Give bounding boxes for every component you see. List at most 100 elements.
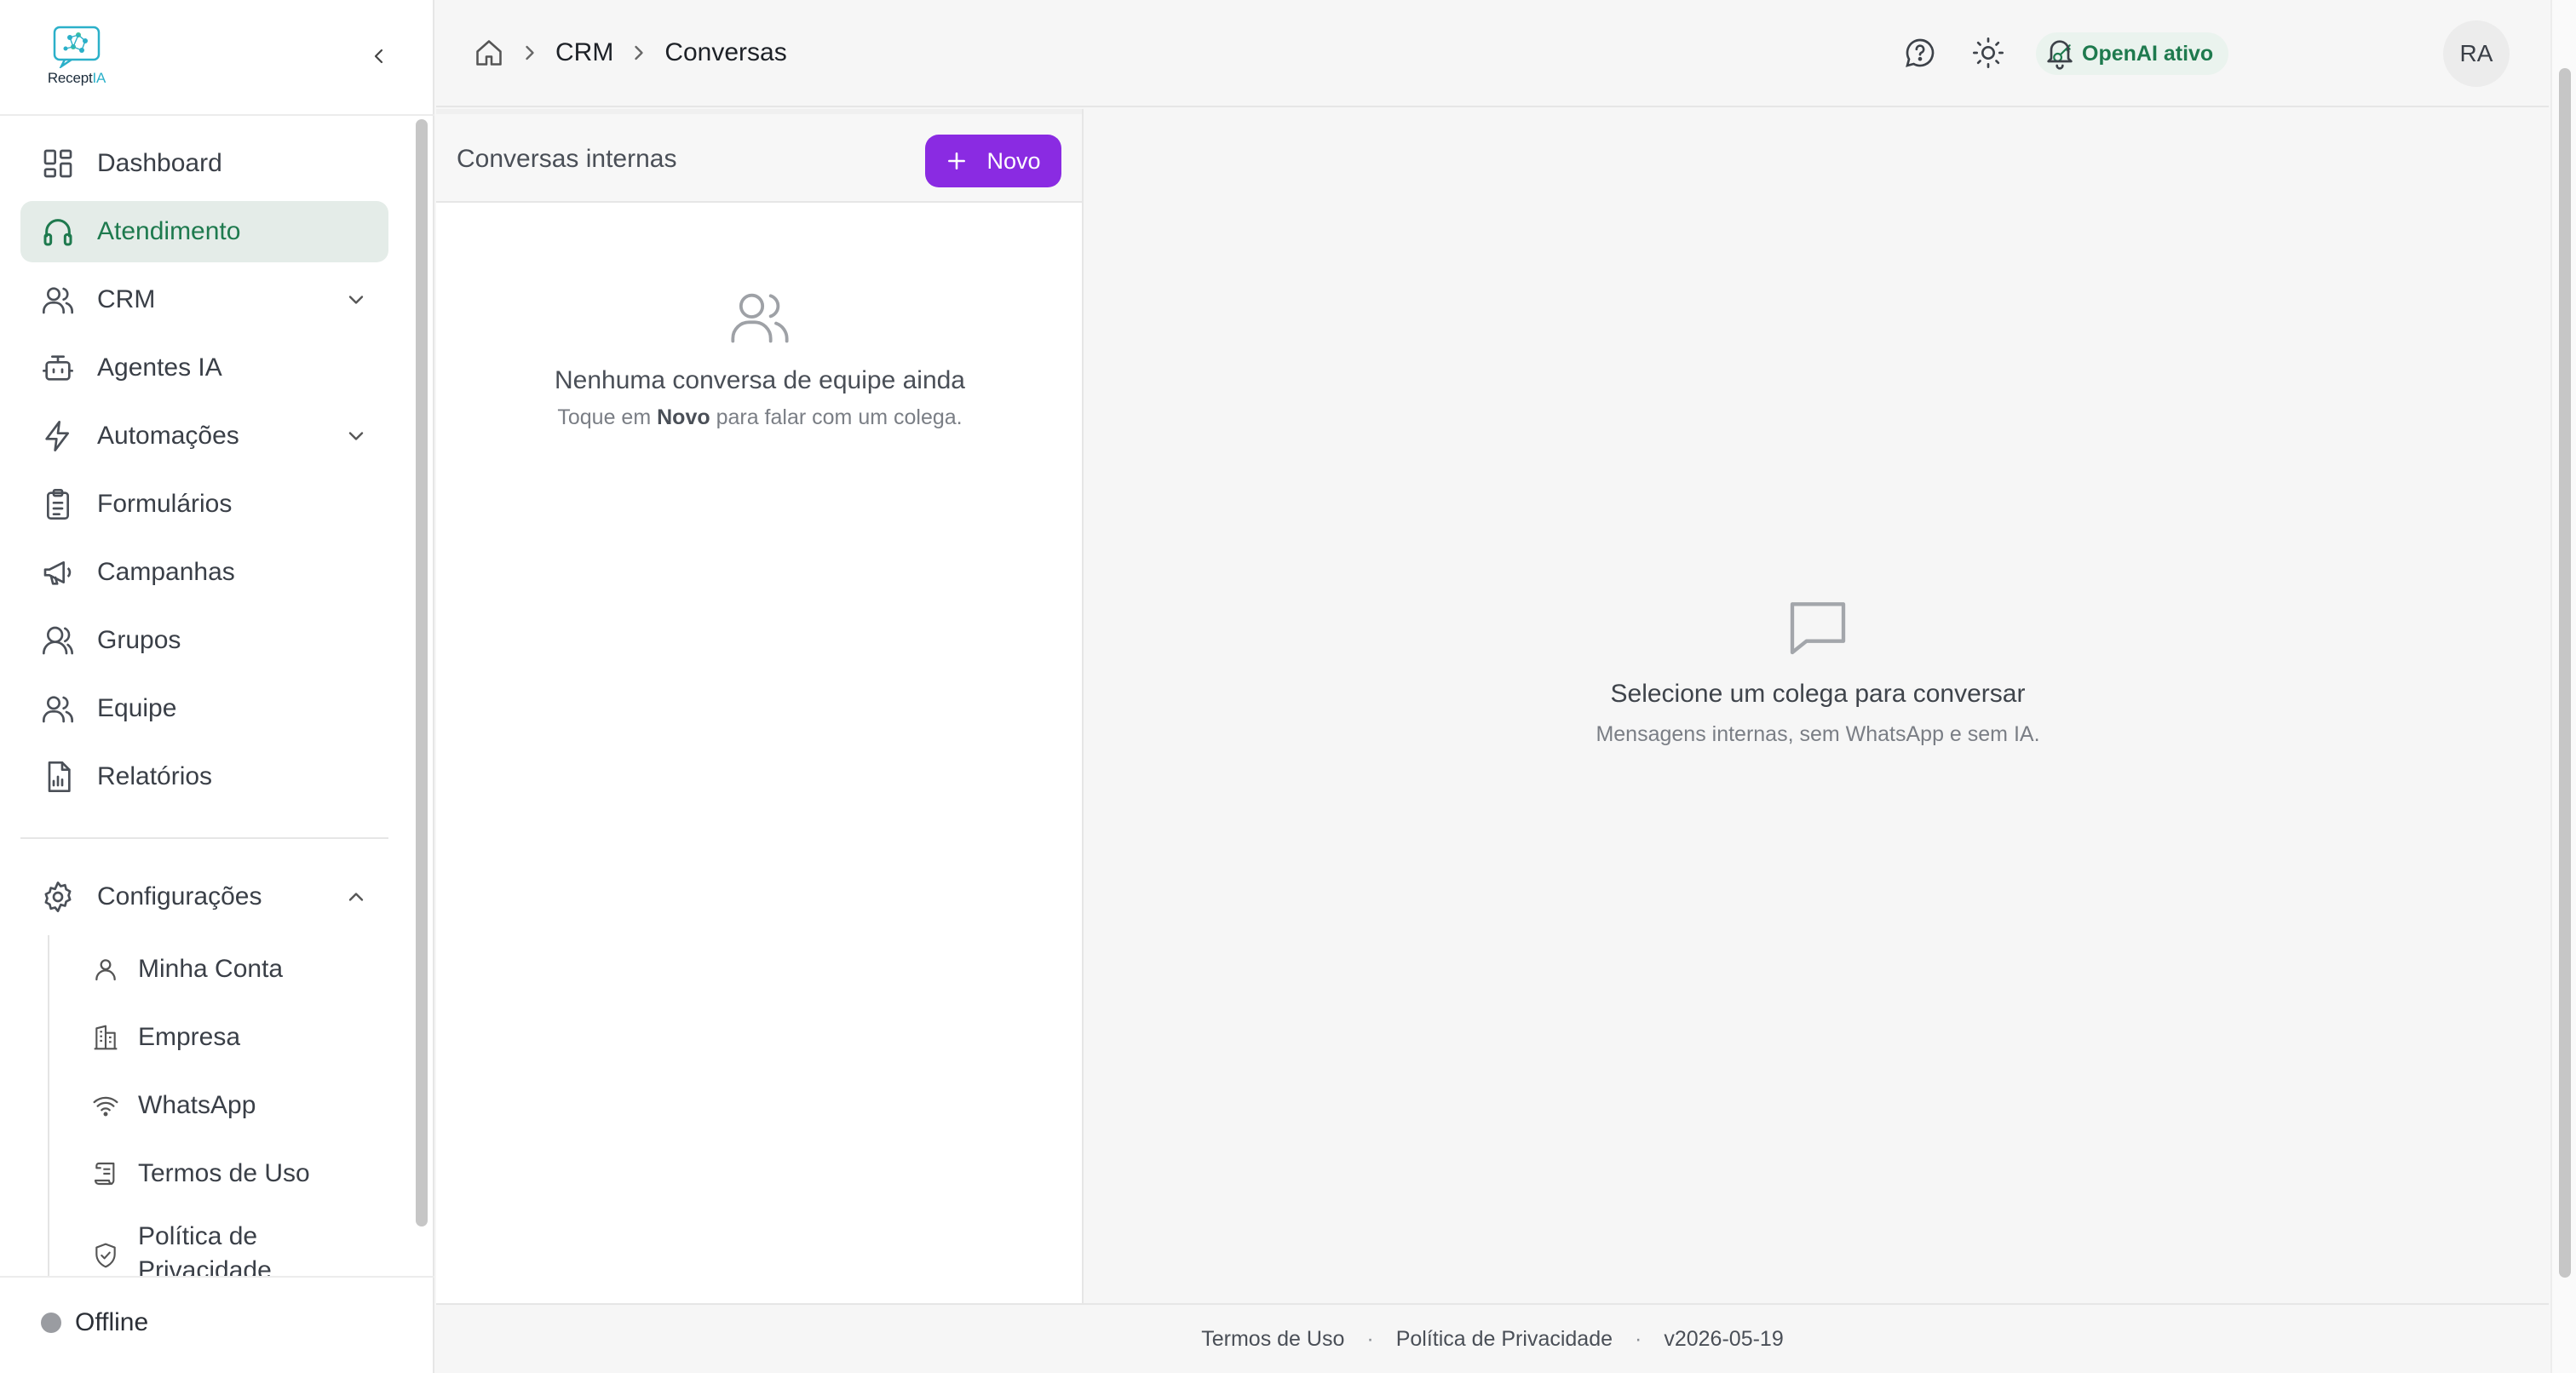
message-square-icon — [1790, 602, 1846, 655]
empty-list-state: Nenhuma conversa de equipe ainda Toque e… — [436, 284, 1084, 430]
footer-separator: · — [1635, 1326, 1642, 1351]
report-icon — [48, 761, 71, 792]
sidebar-subitem-label: Política de Privacidade — [138, 1222, 272, 1278]
top-header: CRM Conversas OpenAI ativo RA — [436, 0, 2549, 107]
shield-check-icon — [95, 1243, 116, 1268]
building-icon — [94, 1025, 118, 1050]
list-title: Conversas internas — [457, 145, 677, 173]
sidebar-item-automacoes[interactable]: Automações — [20, 405, 388, 467]
sidebar-item-label: Grupos — [97, 626, 181, 654]
sidebar-subitem-whatsapp[interactable]: WhatsApp — [49, 1071, 388, 1140]
sidebar-subitem-label: Termos de Uso — [138, 1159, 310, 1187]
avatar-initials: RA — [2459, 40, 2493, 66]
gear-icon — [44, 882, 72, 912]
sidebar-item-label: Agentes IA — [97, 353, 222, 382]
sidebar-item-equipe[interactable]: Equipe — [20, 678, 388, 739]
bot-icon — [43, 355, 73, 381]
footer-privacy-link[interactable]: Política de Privacidade — [1396, 1327, 1613, 1352]
status-dot-icon — [41, 1313, 61, 1333]
new-button-label: Novo — [986, 147, 1041, 174]
sidebar-item-label: Configurações — [97, 882, 262, 911]
brain-logo-icon — [53, 26, 101, 68]
sidebar-item-label: Dashboard — [97, 149, 222, 177]
headset-icon — [43, 219, 72, 246]
help-chat-icon[interactable] — [1903, 36, 1937, 70]
team-icon — [43, 696, 73, 723]
divider — [0, 114, 434, 116]
theme-sun-icon[interactable] — [1971, 36, 2005, 70]
footer-separator: · — [1366, 1326, 1374, 1351]
footer-terms-link[interactable]: Termos de Uso — [1201, 1327, 1344, 1352]
sidebar-item-label: Campanhas — [97, 558, 235, 586]
divider — [0, 1276, 434, 1278]
clipboard-icon — [47, 489, 69, 520]
bell-icon[interactable] — [2043, 36, 2077, 70]
empty-list-hint: Toque em Novo para falar com um colega. — [557, 405, 963, 429]
window-scrollbar-thumb[interactable] — [2559, 68, 2571, 1278]
conversation-detail-empty: Selecione um colega para conversar Mensa… — [1085, 593, 2550, 747]
sidebar-nav: Dashboard Atendimento CRM Agentes IA Aut… — [20, 133, 388, 814]
sidebar-item-label: Equipe — [97, 694, 177, 722]
sidebar-subitem-label: Minha Conta — [138, 955, 284, 983]
sidebar-item-atendimento[interactable]: Atendimento — [20, 201, 388, 262]
new-conversation-button[interactable]: Novo — [925, 135, 1061, 187]
brand-logo[interactable]: ReceptIA — [43, 26, 111, 90]
sidebar-item-relatorios[interactable]: Relatórios — [20, 746, 388, 807]
dashboard-icon — [43, 149, 72, 178]
status-label: Offline — [75, 1308, 149, 1336]
user-icon — [95, 959, 116, 981]
sidebar-subitem-termos[interactable]: Termos de Uso — [49, 1140, 388, 1208]
user-avatar[interactable]: RA — [2443, 20, 2510, 87]
chevron-down-icon — [348, 296, 364, 304]
chevron-left-icon — [374, 49, 383, 64]
sidebar-item-campanhas[interactable]: Campanhas — [20, 542, 388, 603]
breadcrumb-current: Conversas — [664, 38, 787, 66]
wifi-icon — [93, 1096, 118, 1117]
brand-name: ReceptIA — [47, 70, 106, 86]
footer-version: v2026-05-19 — [1664, 1326, 1784, 1351]
sidebar-item-label: CRM — [97, 285, 156, 313]
sidebar-item-label: Automações — [97, 422, 239, 450]
sidebar-item-label: Atendimento — [97, 217, 241, 245]
detail-empty-title: Selecione um colega para conversar — [1610, 680, 2026, 708]
sidebar-subitem-label: WhatsApp — [138, 1091, 256, 1119]
scroll-icon — [94, 1162, 115, 1186]
openai-status-label: OpenAI ativo — [2082, 41, 2214, 66]
sidebar-item-label: Formulários — [97, 490, 233, 518]
collapse-sidebar-button[interactable] — [362, 39, 396, 73]
conversation-list-panel: Conversas internas Novo Nenhuma conversa… — [436, 109, 1084, 1303]
home-icon[interactable] — [474, 37, 504, 68]
breadcrumb: CRM Conversas — [474, 34, 787, 72]
sidebar-item-crm[interactable]: CRM — [20, 269, 388, 330]
chevron-up-icon — [348, 893, 364, 901]
chevron-down-icon — [348, 432, 364, 440]
settings-subnav: Minha Conta Empresa WhatsApp Termos de U… — [48, 935, 388, 1278]
list-header: Conversas internas Novo — [436, 109, 1082, 203]
sidebar-item-agentes-ia[interactable]: Agentes IA — [20, 337, 388, 399]
detail-empty-subtitle: Mensagens internas, sem WhatsApp e sem I… — [1596, 722, 2040, 746]
users-icon — [731, 293, 789, 343]
sidebar-subitem-minha-conta[interactable]: Minha Conta — [49, 935, 388, 1003]
chevron-right-icon — [526, 45, 534, 60]
breadcrumb-crm[interactable]: CRM — [555, 38, 613, 67]
sidebar-subitem-privacidade[interactable]: Política de Privacidade — [49, 1208, 388, 1278]
connection-status[interactable]: Offline — [41, 1308, 148, 1337]
group-icon — [43, 626, 73, 655]
footer: Termos de Uso · Política de Privacidade … — [436, 1303, 2549, 1373]
sidebar-item-formularios[interactable]: Formulários — [20, 474, 388, 535]
sidebar-subitem-empresa[interactable]: Empresa — [49, 1003, 388, 1071]
megaphone-icon — [43, 561, 72, 585]
users-icon — [43, 287, 73, 314]
chevron-right-icon — [635, 45, 643, 60]
sidebar-scrollbar[interactable] — [416, 119, 428, 1227]
settings-section: Configurações — [20, 866, 388, 934]
zap-icon — [45, 421, 69, 451]
sidebar-item-dashboard[interactable]: Dashboard — [20, 133, 388, 194]
sidebar-subitem-label: Empresa — [138, 1023, 241, 1051]
plus-icon — [948, 152, 966, 169]
window-scrollbar[interactable] — [2550, 0, 2576, 1373]
sidebar-item-configuracoes[interactable]: Configurações — [20, 866, 388, 928]
sidebar-item-label: Relatórios — [97, 762, 213, 790]
sidebar-item-grupos[interactable]: Grupos — [20, 610, 388, 671]
divider — [20, 837, 388, 839]
